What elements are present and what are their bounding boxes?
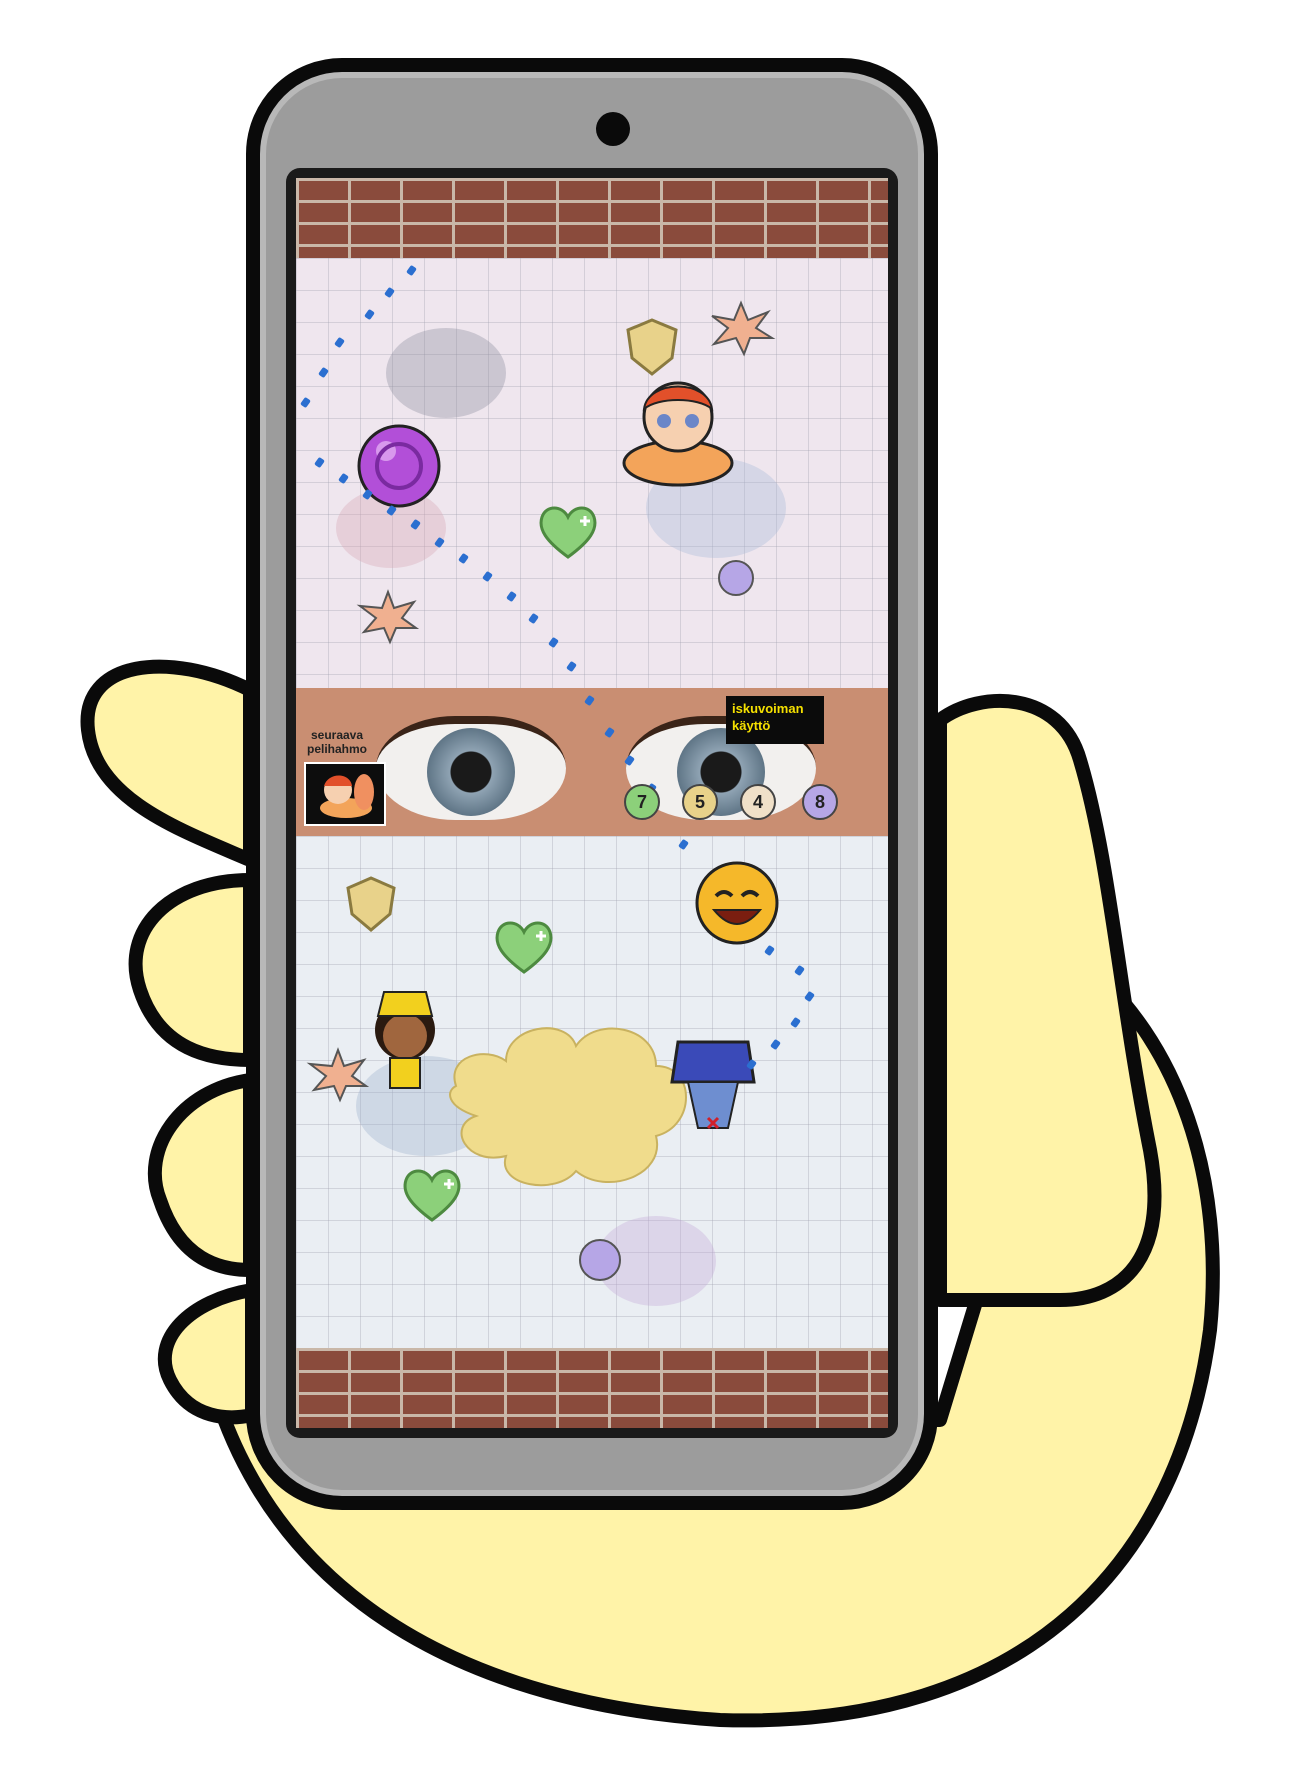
impact-burst-icon <box>306 1047 370 1103</box>
trajectory-dot <box>770 1038 781 1051</box>
power-use-button[interactable]: iskuvoiman käyttö <box>726 696 824 744</box>
next-character-preview[interactable] <box>304 762 386 826</box>
shield-counter: 5 <box>682 784 718 820</box>
trajectory-dot <box>338 472 349 485</box>
trajectory-dot <box>406 264 417 277</box>
orb-counter: 8 <box>802 784 838 820</box>
impact-burst-icon <box>711 300 776 357</box>
purple-orb-icon[interactable] <box>576 1236 624 1284</box>
player-field[interactable] <box>296 836 888 1356</box>
enemy-character[interactable] <box>668 1032 758 1142</box>
top-brick-wall <box>296 178 888 258</box>
game-screen[interactable]: seuraava pelihahmo iskuvoiman käyttö 7 5… <box>286 168 898 1438</box>
heart-plus-icon[interactable] <box>536 503 600 559</box>
bottom-brick-wall <box>296 1348 888 1428</box>
trajectory-dot <box>384 286 395 299</box>
shield-icon[interactable] <box>346 876 396 932</box>
laughing-face-icon[interactable] <box>694 860 780 946</box>
trajectory-dot <box>794 964 805 977</box>
next-character-icon <box>320 774 374 818</box>
heart-plus-icon[interactable] <box>400 1166 464 1222</box>
camera-icon <box>596 112 630 146</box>
trajectory-dot <box>604 726 615 739</box>
next-character-label: seuraava pelihahmo <box>306 728 367 756</box>
opponent-character[interactable] <box>618 373 738 493</box>
attack-cloud <box>449 1027 687 1187</box>
trajectory-dot <box>334 336 345 349</box>
trajectory-dot <box>318 366 329 379</box>
heart-counter: 7 <box>624 784 660 820</box>
trajectory-dot <box>790 1016 801 1029</box>
player-character[interactable] <box>360 986 450 1096</box>
trajectory-dot <box>804 990 815 1003</box>
trajectory-dot <box>678 838 689 851</box>
purple-orb-icon[interactable] <box>716 558 756 598</box>
paint-splat <box>386 328 506 418</box>
trajectory-dot <box>458 552 469 565</box>
strike-counter: 4 <box>740 784 776 820</box>
trajectory-dot <box>300 396 311 409</box>
trajectory-dot <box>764 944 775 957</box>
trajectory-dot <box>584 694 595 707</box>
impact-burst-icon <box>356 589 420 645</box>
trajectory-dot <box>548 636 559 649</box>
heart-plus-icon[interactable] <box>492 918 556 974</box>
trajectory-dot <box>566 660 577 673</box>
opponent-field[interactable] <box>296 258 888 688</box>
shield-icon[interactable] <box>626 318 678 376</box>
phone-frame: seuraava pelihahmo iskuvoiman käyttö 7 5… <box>246 58 938 1510</box>
trajectory-dot <box>482 570 493 583</box>
trajectory-dot <box>528 612 539 625</box>
eye-left <box>376 716 566 820</box>
trajectory-dot <box>314 456 325 469</box>
trajectory-dot <box>364 308 375 321</box>
trajectory-dot <box>506 590 517 603</box>
